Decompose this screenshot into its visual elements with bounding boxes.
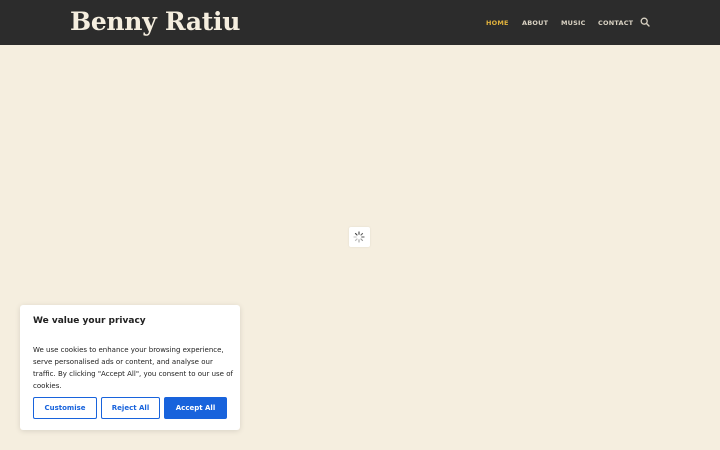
reject-all-button[interactable]: Reject All xyxy=(101,397,160,419)
site-header: Benny Ratiu HOME ABOUT MUSIC CONTACT xyxy=(0,0,720,45)
nav-item-home[interactable]: HOME xyxy=(486,19,509,27)
loading-indicator xyxy=(349,227,370,247)
cookie-title: We value your privacy xyxy=(33,316,146,326)
search-icon[interactable] xyxy=(640,17,650,27)
nav-item-about[interactable]: ABOUT xyxy=(522,19,548,27)
accept-all-button[interactable]: Accept All xyxy=(164,397,227,419)
cookie-consent-banner: We value your privacy We use cookies to … xyxy=(20,305,240,430)
spinner-icon xyxy=(353,231,365,243)
customise-button[interactable]: Customise xyxy=(33,397,97,419)
site-title[interactable]: Benny Ratiu xyxy=(70,6,240,38)
nav-item-contact[interactable]: CONTACT xyxy=(598,19,633,27)
nav-item-music[interactable]: MUSIC xyxy=(561,19,586,27)
cookie-description: We use cookies to enhance your browsing … xyxy=(33,346,233,390)
